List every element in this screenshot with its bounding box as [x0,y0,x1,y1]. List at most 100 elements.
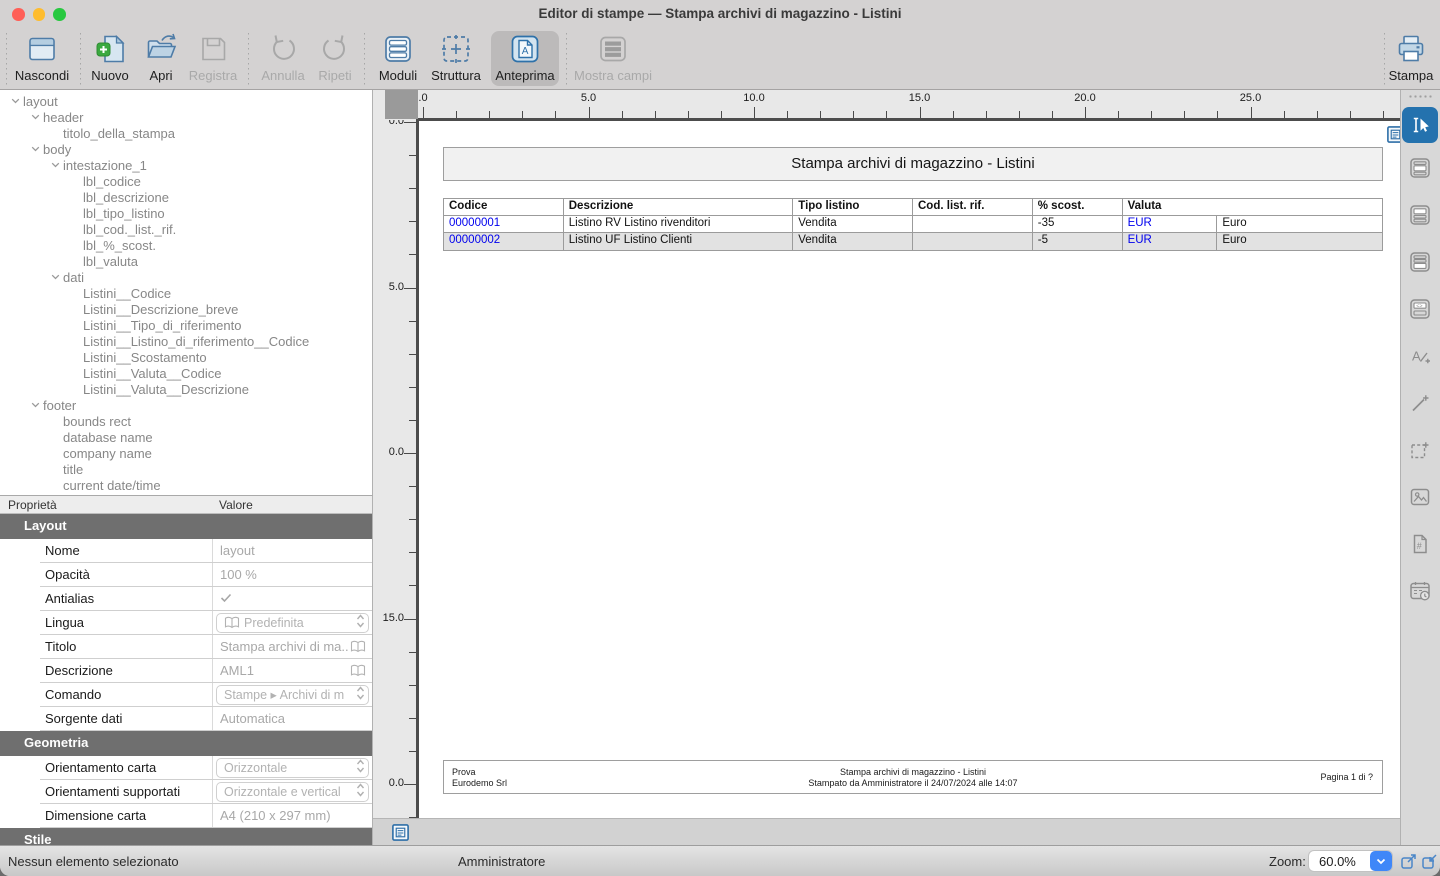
tree-item-lbl-scost[interactable]: lbl_%_scost. [0,237,372,253]
tree-item-lbl-descrizione[interactable]: lbl_descrizione [0,189,372,205]
tree-item-intestazione-1[interactable]: intestazione_1 [0,157,372,173]
tree-item-lbl-tipo-listino[interactable]: lbl_tipo_listino [0,205,372,221]
tree-item-layout[interactable]: layout [0,93,372,109]
detach-window-icon[interactable] [1399,851,1419,871]
chevron-down-icon[interactable] [8,98,23,104]
property-select[interactable]: Orizzontale e vertical [216,782,369,802]
toolbar-button-label: Mostra campi [568,68,658,83]
property-select[interactable]: Stampe ▸ Archivi di m [216,685,369,705]
tree-item-lbl-codice[interactable]: lbl_codice [0,173,372,189]
ruler-corner [385,90,418,119]
tree-item-titolo-della-stampa[interactable]: titolo_della_stampa [0,125,372,141]
tree-item-listini-scostamento[interactable]: Listini__Scostamento [0,349,372,365]
tree-item-listini-codice[interactable]: Listini__Codice [0,285,372,301]
table-cell: -5 [1033,233,1123,250]
toolbar-button-label: Moduli [371,68,425,83]
property-select[interactable]: Predefinita [216,613,369,633]
property-value[interactable]: Stampa archivi di ma... [220,639,349,654]
chevron-down-icon[interactable] [48,274,63,280]
preview-footer-box: Prova Eurodemo Srl Stampa archivi di mag… [443,760,1383,794]
tool-add-line-icon[interactable] [1402,385,1438,421]
rail-drag-handle[interactable] [1408,94,1434,99]
tree-item-database-name[interactable]: database name [0,429,372,445]
properties-header-value: Valore [219,498,253,512]
toolbar-button-apri[interactable]: Apri [138,30,184,88]
property-value[interactable]: Automatica [220,711,349,726]
checkbox-checked-icon[interactable] [220,593,232,603]
property-label: Orientamento carta [45,760,156,775]
toolbar-button-nascondi[interactable]: Nascondi [5,30,79,88]
tool-add-rect-icon[interactable] [1402,432,1438,468]
tree-item-current-date-time[interactable]: current date/time [0,477,372,493]
tree-item-title[interactable]: title [0,461,372,477]
toolbar-button-annulla[interactable]: Annulla [254,30,312,88]
preview-icon: A [508,32,542,66]
property-label: Lingua [45,615,84,630]
property-value[interactable]: layout [220,543,349,558]
tool-add-text-icon[interactable]: A [1402,338,1438,374]
toolbar-button-nuovo[interactable]: Nuovo [82,30,138,88]
tree-item-header[interactable]: header [0,109,372,125]
chevron-down-icon[interactable] [28,114,43,120]
tool-field-band-icon[interactable]: <> [1402,291,1438,327]
chevron-down-icon[interactable] [28,402,43,408]
table-cell: -35 [1033,216,1123,232]
attach-window-icon[interactable] [1420,851,1440,871]
tool-band-top-icon[interactable] [1402,197,1438,233]
tree-item-lbl-valuta[interactable]: lbl_valuta [0,253,372,269]
tool-date-time-icon[interactable] [1402,573,1438,609]
ruler-label: 15.0 [900,92,940,104]
tree-item-company-name[interactable]: company name [0,445,372,461]
svg-text:A: A [1412,349,1421,364]
chevron-down-icon[interactable] [48,162,63,168]
tool-select-tool-icon[interactable] [1402,107,1438,143]
object-tool-rail: <> A # [1400,90,1440,845]
property-value[interactable]: A4 (210 x 297 mm) [220,808,349,823]
tool-band-middle-icon[interactable] [1402,150,1438,186]
zoom-select[interactable]: 60.0% [1308,850,1393,872]
toolbar-button-mostra-campi[interactable]: Mostra campi [568,30,658,88]
property-row-orientamento-carta: Orientamento carta Orizzontale [0,756,373,780]
toolbar-button-ripeti[interactable]: Ripeti [311,30,359,88]
table-cell: Listino RV Listino rivenditori [564,216,794,232]
ruler-label: 15.0 [373,612,404,624]
tree-item-label: lbl_codice [83,174,141,189]
toolbar-button-moduli[interactable]: Moduli [371,30,425,88]
tree-item-bounds-rect[interactable]: bounds rect [0,413,372,429]
tree-item-listini-listino-di-riferimento-codice[interactable]: Listini__Listino_di_riferimento__Codice [0,333,372,349]
tree-item-footer[interactable]: footer [0,397,372,413]
tree-item-listini-valuta-descrizione[interactable]: Listini__Valuta__Descrizione [0,381,372,397]
page-indicator-icon[interactable] [1386,125,1400,143]
tree-item-listini-tipo-di-riferimento[interactable]: Listini__Tipo_di_riferimento [0,317,372,333]
property-select[interactable]: Orizzontale [216,758,369,778]
open-folder-icon [144,32,178,66]
property-row-orientamenti-supportati: Orientamenti supportatiOrizzontale e ver… [0,780,373,804]
property-label: Titolo [45,639,76,654]
toolbar-button-stampa[interactable]: Stampa [1383,30,1439,88]
toolbar-button-struttura[interactable]: Struttura [424,30,488,88]
book-icon[interactable] [350,640,366,653]
page-top-edge [416,118,1400,121]
tree-item-listini-valuta-codice[interactable]: Listini__Valuta__Codice [0,365,372,381]
tree-item-body[interactable]: body [0,141,372,157]
property-value[interactable]: 100 % [220,567,349,582]
tool-page-number-icon[interactable]: # [1402,526,1438,562]
tree-item-label: Listini__Valuta__Codice [83,366,222,381]
tree-item-label: current date/time [63,478,161,493]
page-thumbnail-icon[interactable] [391,823,410,842]
tree-item-label: lbl_descrizione [83,190,169,205]
zoom-chevron-down-icon[interactable] [1370,851,1392,871]
selection-status-text: Nessun elemento selezionato [8,854,179,869]
toolbar-button-anteprima[interactable]: AAnteprima [488,30,562,88]
property-value[interactable]: AML1 [220,663,349,678]
tree-item-listini-descrizione-breve[interactable]: Listini__Descrizione_breve [0,301,372,317]
toolbar-button-registra[interactable]: Registra [181,30,245,88]
tree-item-label: database name [63,430,153,445]
tool-band-bottom-icon[interactable] [1402,244,1438,280]
tool-image-icon[interactable] [1402,479,1438,515]
chevron-down-icon[interactable] [28,146,43,152]
tree-item-dati[interactable]: dati [0,269,372,285]
book-icon[interactable] [350,664,366,677]
table-cell: EUR [1123,216,1218,232]
tree-item-lbl-cod-list-rif[interactable]: lbl_cod._list._rif. [0,221,372,237]
